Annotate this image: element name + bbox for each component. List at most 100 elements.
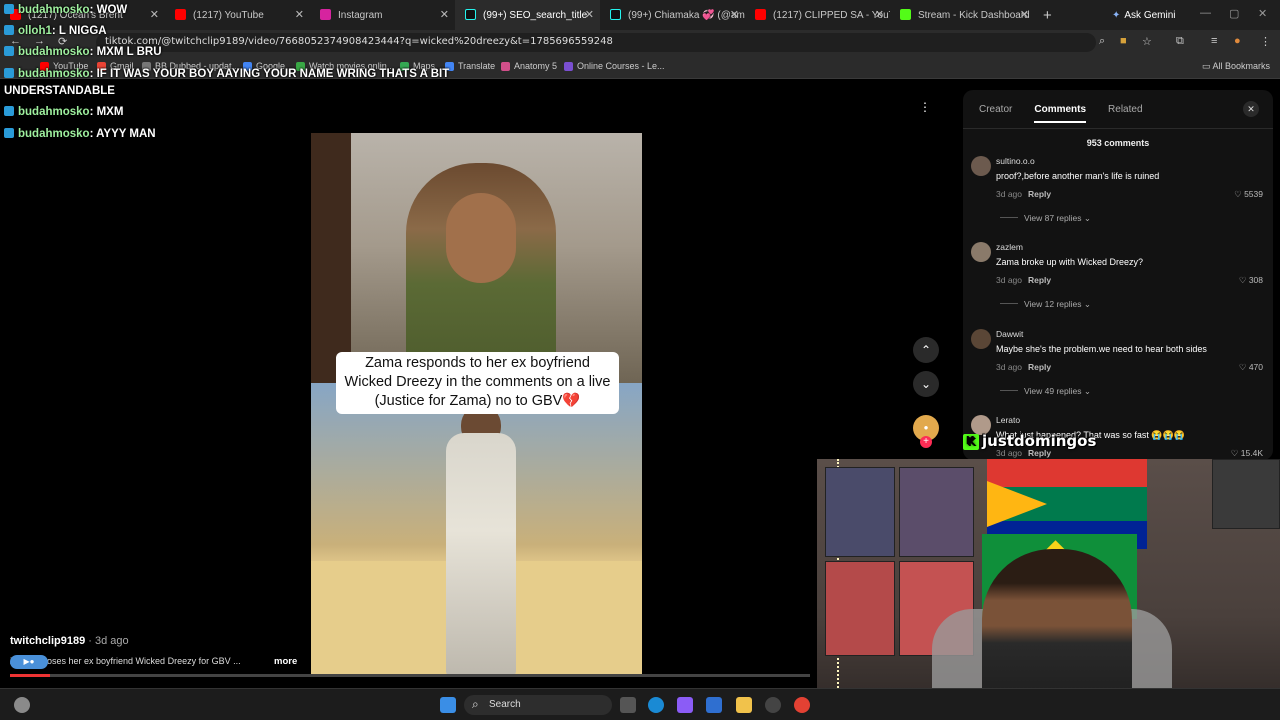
edge-icon[interactable] xyxy=(648,697,664,713)
bookmark-translate[interactable]: Translate xyxy=(445,61,495,71)
view-replies-button[interactable]: View 49 replies ⌄ xyxy=(1000,386,1091,397)
close-icon[interactable]: ✕ xyxy=(440,8,449,21)
bookmark-anatomy[interactable]: Anatomy 5 xyxy=(501,61,557,71)
video-scene-face xyxy=(446,193,516,283)
chat-user: budahmosko xyxy=(18,68,90,80)
comment-item: Dawwit Maybe she's the problem.we need t… xyxy=(971,329,1269,415)
media-icon[interactable]: ≡ xyxy=(1211,35,1217,47)
zoom-icon[interactable]: ⌕ xyxy=(1099,35,1105,48)
chat-text: : L NIGGA xyxy=(51,25,107,37)
tiktok-icon xyxy=(465,9,476,20)
like-button[interactable]: ♡ 5539 xyxy=(1234,189,1263,200)
more-link[interactable]: more xyxy=(274,656,297,667)
store-icon[interactable] xyxy=(706,697,722,713)
tab-comments[interactable]: Comments xyxy=(1034,104,1087,123)
course-icon xyxy=(564,62,573,71)
reply-button[interactable]: Reply xyxy=(1028,189,1051,199)
comment-user[interactable]: zazlem xyxy=(996,242,1023,252)
bookmark-label: Anatomy 5 xyxy=(514,61,558,71)
bookmark-online-courses[interactable]: Online Courses - Le... xyxy=(564,61,665,71)
like-button[interactable]: ♡ 308 xyxy=(1239,275,1263,286)
next-video-button[interactable]: ⌄ xyxy=(913,371,939,397)
view-replies-button[interactable]: View 12 replies ⌄ xyxy=(1000,299,1091,310)
menu-icon[interactable]: ⋮ xyxy=(1260,35,1271,48)
extensions-puzzle-icon[interactable]: ⧉ xyxy=(1176,35,1184,48)
close-icon[interactable]: ✕ xyxy=(875,8,884,21)
instagram-icon xyxy=(320,9,331,20)
tab-2[interactable]: (1217) YouTube ✕ xyxy=(165,0,310,30)
maximize-icon[interactable]: ▢ xyxy=(1229,7,1239,20)
more-options-icon[interactable]: ⋮ xyxy=(912,94,938,120)
comment-time: 3d ago xyxy=(996,189,1022,199)
chat-user: budahmosko xyxy=(18,46,90,58)
close-icon[interactable]: ✕ xyxy=(150,8,159,21)
reply-button[interactable]: Reply xyxy=(1028,362,1051,372)
close-icon[interactable]: ✕ xyxy=(1020,8,1029,21)
chrome-icon[interactable] xyxy=(794,697,810,713)
ask-gemini-button[interactable]: ✦ Ask Gemini xyxy=(1104,6,1184,24)
tab-label: (1217) YouTube xyxy=(193,9,264,21)
chat-badge-icon xyxy=(4,4,14,14)
url-field[interactable]: tiktok.com/@twitchclip9189/video/7668052… xyxy=(96,33,1096,52)
tab-4[interactable]: (99+) SEO_search_title ✕ xyxy=(455,0,600,30)
search-label: Search xyxy=(489,699,521,710)
reply-button[interactable]: Reply xyxy=(1028,275,1051,285)
chat-badge-icon xyxy=(4,68,14,78)
like-count: 308 xyxy=(1248,275,1263,285)
previous-video-button[interactable]: ⌃ xyxy=(913,337,939,363)
poster xyxy=(899,467,974,557)
close-icon[interactable]: ✕ xyxy=(585,8,594,21)
comment-item: sultino.o.o proof?,before another man's … xyxy=(971,156,1269,242)
comment-user[interactable]: sultino.o.o xyxy=(996,156,1035,166)
all-bookmarks-button[interactable]: ▭ All Bookmarks xyxy=(1202,61,1270,72)
copilot-icon[interactable] xyxy=(677,697,693,713)
chat-badge-icon xyxy=(4,46,14,56)
follow-plus-icon[interactable]: + xyxy=(920,436,932,448)
tab-7[interactable]: Stream - Kick Dashboard ✕ xyxy=(890,0,1035,30)
extension-icon[interactable]: ■ xyxy=(1120,35,1127,47)
taskbar-search[interactable]: Search xyxy=(464,695,612,715)
video-author[interactable]: twitchclip9189 · 3d ago xyxy=(10,635,129,647)
avatar[interactable] xyxy=(971,156,991,176)
tab-6[interactable]: (1217) CLIPPED SA - YouTu...✕ xyxy=(745,0,890,30)
task-view-icon[interactable] xyxy=(620,697,636,713)
bookmark-label: Online Courses - Le... xyxy=(577,61,665,71)
bookmark-star-icon[interactable]: ☆ xyxy=(1142,35,1152,48)
chat-line: budahmosko: WOW xyxy=(4,4,127,16)
divider xyxy=(963,128,1273,129)
close-icon[interactable]: ✕ xyxy=(730,8,739,21)
url-text: tiktok.com/@twitchclip9189/video/7668052… xyxy=(105,36,613,47)
file-explorer-icon[interactable] xyxy=(736,697,752,713)
tab-3[interactable]: Instagram ✕ xyxy=(310,0,455,30)
tab-5[interactable]: (99+) Chiamaka 💞 (@ama...✕ xyxy=(600,0,745,30)
poster xyxy=(825,467,895,557)
post-time: · 3d ago xyxy=(85,635,129,647)
close-icon[interactable]: ✕ xyxy=(295,8,304,21)
app-icon[interactable] xyxy=(765,697,781,713)
comment-user[interactable]: Dawwit xyxy=(996,329,1023,339)
avatar[interactable] xyxy=(971,329,991,349)
autoscroll-toggle[interactable]: ▶● xyxy=(10,655,48,669)
close-window-icon[interactable]: ✕ xyxy=(1258,7,1267,20)
view-replies-button[interactable]: View 87 replies ⌄ xyxy=(1000,213,1091,224)
new-tab-button[interactable]: + xyxy=(1043,7,1052,24)
weather-icon[interactable] xyxy=(14,697,30,713)
close-icon[interactable]: ✕ xyxy=(1243,101,1259,117)
ask-gemini-label: Ask Gemini xyxy=(1124,9,1176,21)
video-progress-bar[interactable] xyxy=(10,674,810,677)
tab-creator[interactable]: Creator xyxy=(979,104,1012,123)
start-icon[interactable] xyxy=(440,697,456,713)
author-name: twitchclip9189 xyxy=(10,635,86,647)
gemini-icon: ✦ xyxy=(1112,9,1121,21)
chat-badge-icon xyxy=(4,106,14,116)
profile-avatar-icon[interactable]: ● xyxy=(1234,35,1241,47)
comment-text: Maybe she's the problem.we need to hear … xyxy=(996,344,1207,354)
chat-line: budahmosko: MXM xyxy=(4,106,123,118)
like-button[interactable]: ♡ 15.4K xyxy=(1231,448,1263,459)
tab-related[interactable]: Related xyxy=(1108,104,1142,123)
comment-user[interactable]: Lerato xyxy=(996,415,1020,425)
avatar[interactable] xyxy=(971,242,991,262)
minimize-icon[interactable]: — xyxy=(1200,7,1211,19)
like-button[interactable]: ♡ 470 xyxy=(1239,362,1263,373)
tab-label: (1217) CLIPPED SA - YouTu... xyxy=(773,9,890,21)
